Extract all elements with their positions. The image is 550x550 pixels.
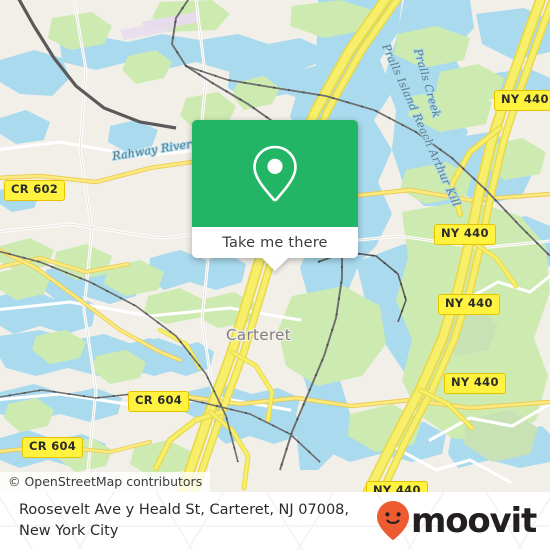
road-shield-cr-604-1[interactable]: CR 604 [128, 391, 190, 412]
address-text: Roosevelt Ave y Heald St, Carteret, NJ 0… [19, 501, 350, 539]
road-shield-ny-440-5[interactable]: NY 440 [366, 481, 428, 492]
road-shield-cr-602[interactable]: CR 602 [4, 180, 66, 201]
footer-bar: Roosevelt Ave y Heald St, Carteret, NJ 0… [0, 492, 550, 550]
osm-attribution[interactable]: © OpenStreetMap contributors [0, 472, 211, 492]
map-pin-icon [253, 145, 297, 201]
card-pointer-tail [261, 257, 289, 271]
moovit-pin-icon [376, 501, 409, 540]
card-icon-area [192, 120, 358, 227]
moovit-logo[interactable]: moovit [376, 499, 537, 543]
road-shield-cr-604-2[interactable]: CR 604 [22, 437, 84, 458]
road-shield-ny-440-3[interactable]: NY 440 [438, 294, 500, 315]
road-shield-ny-440-4[interactable]: NY 440 [444, 373, 506, 394]
moovit-map-screenshot: Carteret Rahway River Pralls Island Reac… [0, 0, 550, 550]
moovit-wordmark: moovit [410, 501, 537, 541]
road-shield-ny-440-2[interactable]: NY 440 [434, 224, 496, 245]
take-me-there-card[interactable]: Take me there [192, 120, 358, 271]
footer-content: Roosevelt Ave y Heald St, Carteret, NJ 0… [0, 492, 550, 550]
card-action-bar[interactable]: Take me there [192, 227, 358, 258]
road-shield-ny-440-1[interactable]: NY 440 [494, 90, 550, 111]
place-label-carteret: Carteret [226, 326, 291, 344]
take-me-there-label: Take me there [222, 234, 328, 251]
